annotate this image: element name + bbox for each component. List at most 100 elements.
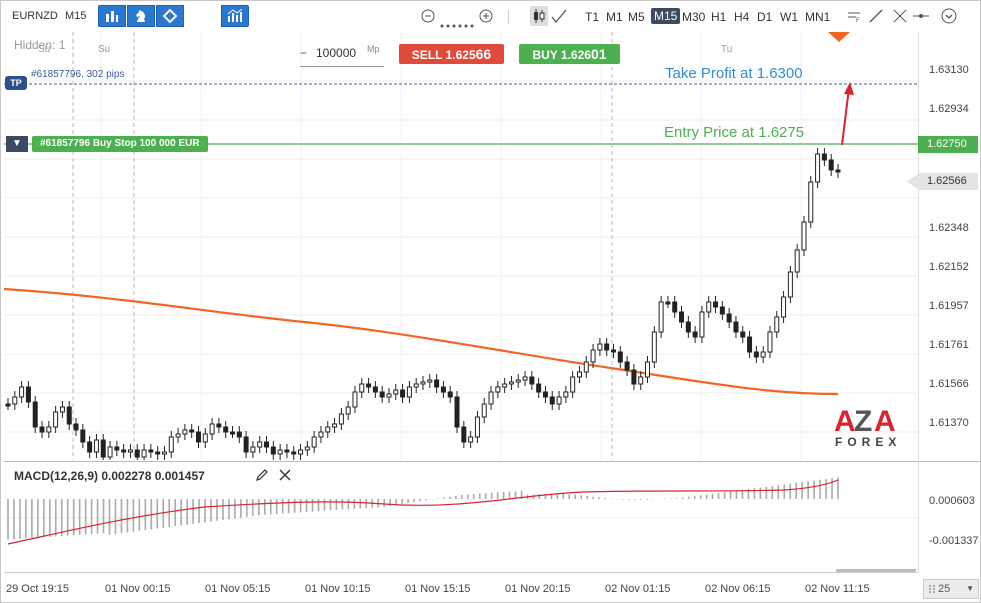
macd-histogram-bar xyxy=(353,499,356,509)
timeframe-h4[interactable]: H4 xyxy=(734,10,749,24)
macd-histogram-bar xyxy=(490,492,493,499)
macd-signal-line xyxy=(7,479,839,545)
objects-button[interactable] xyxy=(156,5,184,27)
timeframe-d1[interactable]: D1 xyxy=(757,10,772,24)
candle xyxy=(549,396,555,405)
candle xyxy=(672,301,678,313)
time-axis-label: 02 Nov 01:15 xyxy=(605,583,671,595)
quantity-value[interactable]: 100000 xyxy=(316,46,356,60)
candle xyxy=(794,249,800,273)
price-axis[interactable]: 1.63130 1.62934 1.62348 1.62152 1.61957 1.617… xyxy=(918,32,981,460)
macd-title[interactable]: MACD(12,26,9) 0.002278 0.001457 xyxy=(14,469,205,483)
candle xyxy=(542,391,548,398)
macd-histogram-bar xyxy=(729,491,732,499)
candle xyxy=(175,433,181,438)
candle xyxy=(257,441,263,448)
pending-order-tag[interactable]: #61857796 Buy Stop 100 000 EUR xyxy=(32,136,208,152)
zoom-slider[interactable] xyxy=(440,15,476,33)
candle xyxy=(767,331,773,353)
macd-histogram-bar xyxy=(90,499,93,535)
macd-histogram-bar xyxy=(19,499,21,539)
timeframe-m30[interactable]: M30 xyxy=(682,10,705,24)
candle xyxy=(168,436,174,453)
timeframe-t1[interactable]: T1 xyxy=(585,10,599,24)
line-chart-icon[interactable] xyxy=(551,9,567,28)
macd-histogram-bar xyxy=(449,496,451,499)
macd-histogram-bar xyxy=(765,486,768,499)
macd-histogram-bar xyxy=(78,499,81,535)
macd-histogram-bar xyxy=(646,499,648,500)
timeframe-m1[interactable]: M1 xyxy=(606,10,623,24)
time-axis[interactable]: 29 Oct 19:15 01 Nov 00:15 01 Nov 05:15 01 N… xyxy=(4,572,918,603)
toolbar: EURNZD M15 T1 M1 M5 M15 M30 H1 H4 D1 W1 MN1 F xyxy=(0,0,981,32)
zoom-dropdown-icon[interactable]: ▼ xyxy=(966,580,974,598)
current-price-tag: 1.62566 xyxy=(918,173,978,190)
candle xyxy=(747,336,753,353)
timeframe-h1[interactable]: H1 xyxy=(711,10,726,24)
candle xyxy=(332,423,338,428)
zoom-level-value: 25 xyxy=(938,583,951,595)
macd-histogram-bar xyxy=(687,496,690,499)
candle xyxy=(189,429,195,433)
zoom-out-icon[interactable] xyxy=(421,9,435,28)
svg-text:A: A xyxy=(874,405,896,438)
macd-histogram-bar xyxy=(699,495,702,499)
horizontal-line-tool-icon[interactable] xyxy=(912,9,930,28)
chart-settings-icon[interactable]: F xyxy=(847,9,861,28)
timeframe-mn1[interactable]: MN1 xyxy=(805,10,830,24)
sell-button[interactable]: SELL 1.62566 xyxy=(399,44,504,64)
bar-chart-icon xyxy=(106,11,118,22)
quantity-field[interactable]: − 100000 Mp xyxy=(300,44,384,67)
macd-histogram-bar xyxy=(180,499,182,526)
buy-price: 1.626 xyxy=(560,48,591,62)
current-price-pointer-icon xyxy=(907,173,919,190)
candle xyxy=(434,379,440,388)
order-collapse-icon[interactable]: ▼ xyxy=(6,136,28,152)
macd-histogram-bar xyxy=(472,493,475,499)
trendline-icon[interactable] xyxy=(869,9,883,28)
candle xyxy=(127,449,133,453)
zoom-in-icon[interactable] xyxy=(479,9,493,28)
sell-price-pips: 66 xyxy=(475,46,492,62)
macd-histogram-bar xyxy=(144,499,147,531)
macd-histogram-bar xyxy=(401,499,403,504)
timeframe-m5[interactable]: M5 xyxy=(628,10,645,24)
candle xyxy=(638,376,644,385)
macd-histogram-bar xyxy=(723,492,726,499)
candle xyxy=(651,331,657,363)
quantity-unit: Mp xyxy=(367,44,380,54)
candle xyxy=(155,451,161,455)
timeframe-m15[interactable]: M15 xyxy=(651,8,681,24)
horizontal-line-icon[interactable] xyxy=(893,9,907,28)
candle xyxy=(631,369,637,385)
timeframe-indicator[interactable]: M15 xyxy=(65,10,86,22)
candle xyxy=(474,416,480,438)
candlestick-icon[interactable] xyxy=(530,6,548,26)
quantity-decrease[interactable]: − xyxy=(300,46,307,60)
macd-histogram-bar xyxy=(407,499,409,504)
indicators-button[interactable] xyxy=(221,5,249,27)
macd-histogram-bar xyxy=(311,499,314,512)
buy-button[interactable]: BUY 1.62601 xyxy=(519,44,620,64)
candle xyxy=(468,436,474,443)
candle xyxy=(781,296,787,318)
candle xyxy=(87,441,93,453)
macd-histogram-bar xyxy=(574,494,577,499)
chart-menu-icon[interactable] xyxy=(941,8,957,29)
chart-type-button[interactable] xyxy=(98,5,126,27)
macd-histogram-bar xyxy=(670,498,672,499)
take-profit-badge[interactable]: TP xyxy=(5,76,27,90)
candle xyxy=(706,301,712,313)
candle xyxy=(481,403,487,418)
symbol-selector[interactable]: EURNZD xyxy=(12,10,58,22)
edit-indicator-icon[interactable] xyxy=(255,468,269,487)
timeframe-w1[interactable]: W1 xyxy=(780,10,798,24)
candle xyxy=(774,316,780,333)
close-indicator-icon[interactable] xyxy=(278,468,292,487)
macd-axis-label: 0.000603 xyxy=(929,495,975,507)
drawing-tools-button[interactable] xyxy=(127,5,155,27)
zoom-level-control[interactable]: 25 ▼ xyxy=(923,579,979,599)
candle xyxy=(291,451,297,455)
price-chart[interactable] xyxy=(4,32,918,460)
candle xyxy=(73,423,79,431)
